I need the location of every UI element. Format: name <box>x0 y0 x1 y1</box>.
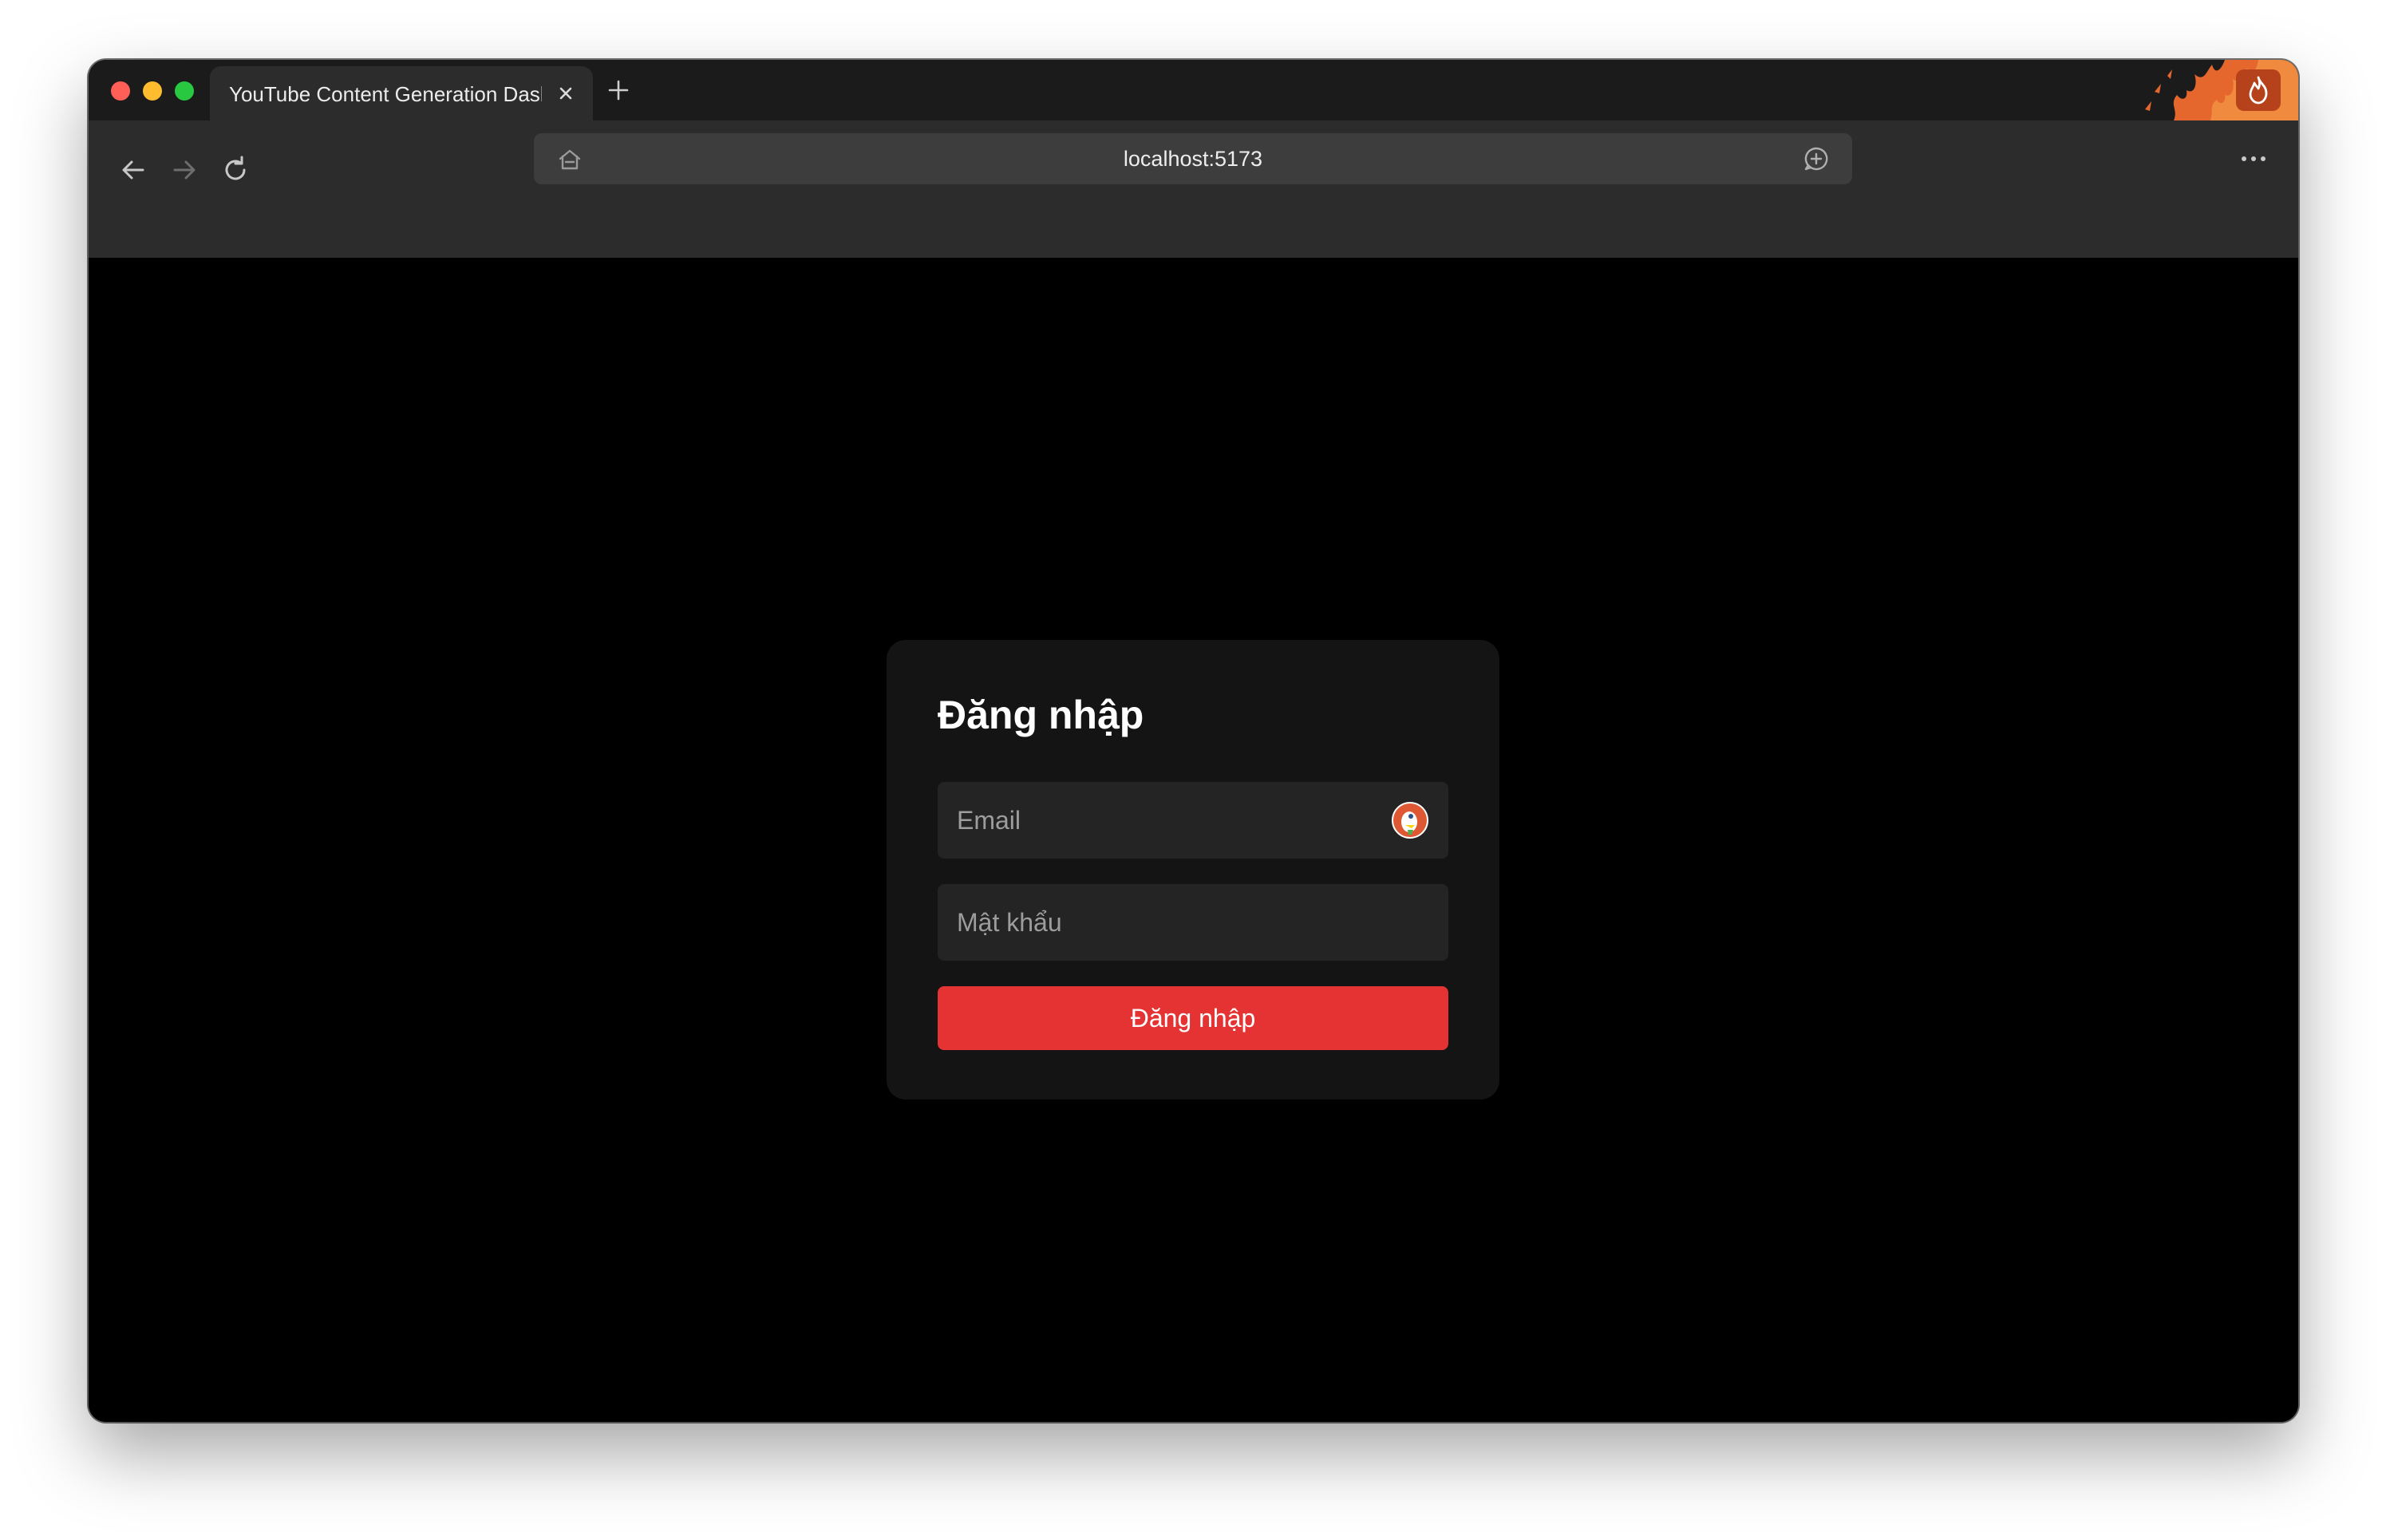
url-text[interactable]: localhost:5173 <box>534 133 1852 184</box>
window-zoom-button[interactable] <box>175 81 194 101</box>
arrow-left-icon[interactable] <box>117 154 149 186</box>
plus-icon[interactable] <box>606 77 631 103</box>
login-button[interactable]: Đăng nhập <box>938 986 1448 1050</box>
address-bar[interactable]: localhost:5173 <box>534 133 1852 184</box>
duckduckgo-icon[interactable] <box>1391 801 1429 839</box>
page-content: Đăng nhập Đăng nhập <box>89 258 2298 1422</box>
email-field[interactable] <box>938 782 1448 859</box>
window-close-button[interactable] <box>111 81 130 101</box>
window-minimize-button[interactable] <box>143 81 162 101</box>
tab-active[interactable]: YouTube Content Generation Dashboard <box>210 66 593 120</box>
reload-icon[interactable] <box>219 154 251 186</box>
login-title: Đăng nhập <box>938 693 1144 737</box>
browser-window: YouTube Content Generation Dashboard <box>89 60 2298 1422</box>
flame-icon <box>2249 76 2268 105</box>
login-card: Đăng nhập Đăng nhập <box>887 640 1499 1100</box>
fire-button[interactable] <box>2236 69 2281 111</box>
arrow-right-icon[interactable] <box>168 154 200 186</box>
password-field[interactable] <box>938 884 1448 961</box>
tab-strip: YouTube Content Generation Dashboard <box>89 60 2298 120</box>
close-icon[interactable] <box>555 82 577 105</box>
chat-icon[interactable] <box>1803 145 1830 172</box>
more-horizontal-icon[interactable] <box>2239 149 2268 168</box>
tab-title: YouTube Content Generation Dashboard <box>229 82 542 106</box>
